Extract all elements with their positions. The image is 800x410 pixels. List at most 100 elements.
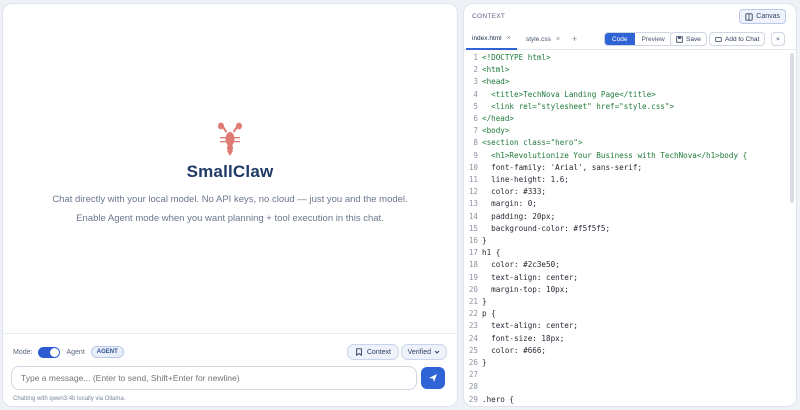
line-number: 16 bbox=[468, 236, 478, 246]
line-text: <body> bbox=[482, 126, 510, 136]
code-line: 1 <!DOCTYPE html> bbox=[464, 52, 796, 64]
chat-footer: Mode: Agent AGENT Context Verified Chatt… bbox=[3, 333, 457, 406]
code-line: 11 line-height: 1.6; bbox=[464, 174, 796, 186]
line-number: 29 bbox=[468, 394, 478, 404]
tab-close-icon[interactable]: × bbox=[556, 36, 560, 43]
line-number: 26 bbox=[468, 358, 478, 368]
line-number: 6 bbox=[473, 114, 478, 124]
preview-view-button[interactable]: Preview bbox=[634, 33, 672, 45]
agent-mode-toggle[interactable] bbox=[38, 346, 61, 358]
canvas-button[interactable]: Canvas bbox=[739, 9, 786, 24]
view-toggle: Code Preview bbox=[604, 32, 673, 46]
line-number: 8 bbox=[473, 138, 478, 148]
code-line: 9 <h1>Revolutionize Your Business with T… bbox=[464, 150, 796, 162]
line-text: line-height: 1.6; bbox=[482, 175, 569, 185]
code-line: 8 <section class="hero"> bbox=[464, 137, 796, 149]
line-number: 13 bbox=[468, 199, 478, 209]
save-button-label: Save bbox=[686, 35, 701, 43]
add-to-chat-button[interactable]: Add to Chat bbox=[709, 32, 766, 46]
line-text: </head> bbox=[482, 114, 515, 124]
status-text: Chatting with qwen3:4b locally via Ollam… bbox=[13, 396, 126, 402]
line-text: } bbox=[482, 236, 487, 246]
code-line: 6 </head> bbox=[464, 113, 796, 125]
code-line: 21} bbox=[464, 296, 796, 308]
line-text: <h1>Revolutionize Your Business with Tec… bbox=[482, 150, 748, 160]
line-text: text-align: center; bbox=[482, 321, 579, 331]
send-button[interactable] bbox=[421, 367, 445, 389]
code-line: 19 text-align: center; bbox=[464, 272, 796, 284]
line-text: font-size: 18px; bbox=[482, 333, 565, 343]
lobster-logo-icon bbox=[218, 122, 242, 156]
code-line: 15 background-color: #f5f5f5; bbox=[464, 223, 796, 235]
line-number: 1 bbox=[473, 53, 478, 62]
app-hint: Enable Agent mode when you want planning… bbox=[76, 213, 384, 224]
line-text: color: #666; bbox=[482, 345, 547, 355]
line-number: 23 bbox=[468, 321, 478, 331]
code-line: 23 text-align: center; bbox=[464, 320, 796, 332]
app-subtitle: Chat directly with your local model. No … bbox=[52, 194, 408, 205]
context-header: CONTEXT Canvas bbox=[464, 4, 796, 28]
code-line: 18 color: #2c3e50; bbox=[464, 259, 796, 271]
add-tab-button[interactable]: + bbox=[572, 28, 577, 50]
code-line: 25 color: #666; bbox=[464, 345, 796, 357]
line-number: 2 bbox=[473, 65, 478, 75]
line-number: 4 bbox=[473, 89, 478, 99]
line-number: 28 bbox=[468, 382, 478, 392]
context-button-label: Context bbox=[366, 348, 391, 356]
line-number: 21 bbox=[468, 297, 478, 307]
code-line: 10 font-family: 'Arial', sans-serif; bbox=[464, 162, 796, 174]
line-text: <html> bbox=[482, 65, 510, 75]
tab-close-icon[interactable]: × bbox=[507, 35, 511, 42]
code-line: 12 color: #333; bbox=[464, 186, 796, 198]
verified-label: Verified bbox=[407, 348, 431, 356]
code-line: 4 <title>TechNova Landing Page</title> bbox=[464, 89, 796, 101]
message-input[interactable] bbox=[11, 366, 417, 390]
line-number: 25 bbox=[468, 345, 478, 355]
add-to-chat-icon bbox=[715, 36, 722, 42]
code-line: 29 .hero { bbox=[464, 394, 796, 406]
context-button[interactable]: Context bbox=[346, 344, 399, 360]
line-text: color: #2c3e50; bbox=[482, 260, 560, 270]
agent-label: Agent bbox=[66, 348, 85, 356]
line-number: 22 bbox=[468, 309, 478, 319]
code-line: 2 <html> bbox=[464, 64, 796, 76]
code-editor[interactable]: 1 <!DOCTYPE html> 2 <html> 3 <head> 4 <title>T… bbox=[464, 51, 796, 406]
editor-scrollbar[interactable] bbox=[790, 53, 794, 203]
tab-style-css[interactable]: style.css × bbox=[520, 28, 566, 50]
code-line: 7 <body> bbox=[464, 125, 796, 137]
mode-label: Mode: bbox=[13, 348, 33, 356]
code-view-button[interactable]: Code bbox=[605, 33, 635, 45]
send-icon bbox=[429, 374, 437, 382]
file-tab-bar: index.html × style.css × + Code Preview … bbox=[464, 28, 796, 50]
chevron-down-icon bbox=[434, 350, 440, 354]
line-number: 24 bbox=[468, 333, 478, 343]
line-number: 7 bbox=[473, 126, 478, 136]
code-line: 17 h1 { bbox=[464, 247, 796, 259]
verified-dropdown[interactable]: Verified bbox=[400, 344, 447, 360]
line-number: 14 bbox=[468, 211, 478, 221]
line-number: 3 bbox=[473, 77, 478, 87]
tab-index-html[interactable]: index.html × bbox=[466, 28, 517, 50]
context-icon bbox=[355, 348, 362, 356]
close-panel-button[interactable]: × bbox=[771, 32, 785, 46]
code-line: 28 bbox=[464, 381, 796, 393]
save-button[interactable]: Save bbox=[670, 32, 707, 46]
context-label: CONTEXT bbox=[472, 13, 506, 20]
line-text: <!DOCTYPE html> bbox=[482, 53, 551, 62]
mode-row: Mode: Agent AGENT bbox=[13, 344, 124, 360]
line-text: .hero { bbox=[482, 394, 515, 404]
code-line: 20 margin-top: 10px; bbox=[464, 284, 796, 296]
line-number: 19 bbox=[468, 272, 478, 282]
line-number: 17 bbox=[468, 248, 478, 258]
line-number: 10 bbox=[468, 162, 478, 172]
line-text: <head> bbox=[482, 77, 510, 87]
line-text: <link rel="stylesheet" href="style.css"> bbox=[482, 101, 675, 111]
line-text: background-color: #f5f5f5; bbox=[482, 223, 611, 233]
line-text: <section class="hero"> bbox=[482, 138, 583, 148]
line-text: p { bbox=[482, 309, 496, 319]
line-number: 15 bbox=[468, 223, 478, 233]
line-text: <title>TechNova Landing Page</title> bbox=[482, 89, 656, 99]
code-line: 16} bbox=[464, 235, 796, 247]
code-line: 3 <head> bbox=[464, 76, 796, 88]
add-to-chat-label: Add to Chat bbox=[725, 35, 760, 43]
